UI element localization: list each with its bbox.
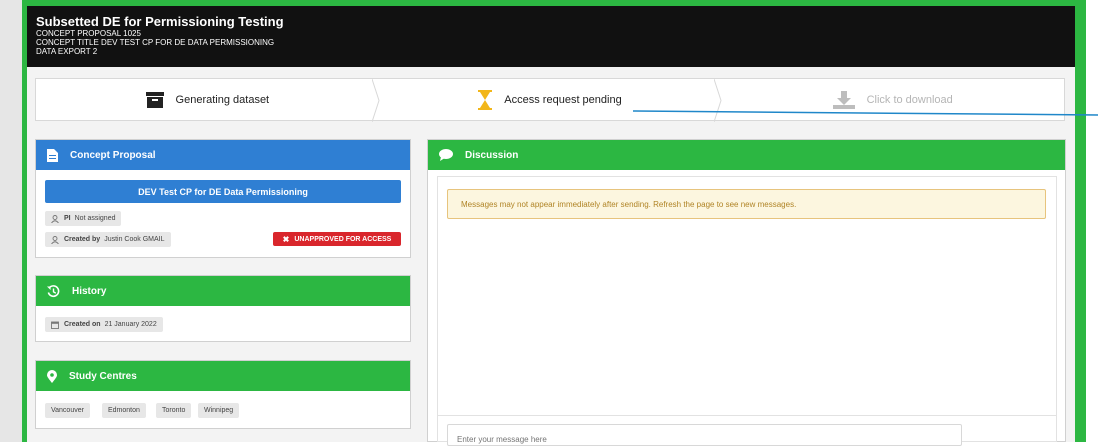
annotation-pointer-line: [632, 110, 1098, 116]
page: Subsetted DE for Permissioning Testing C…: [0, 0, 1098, 446]
